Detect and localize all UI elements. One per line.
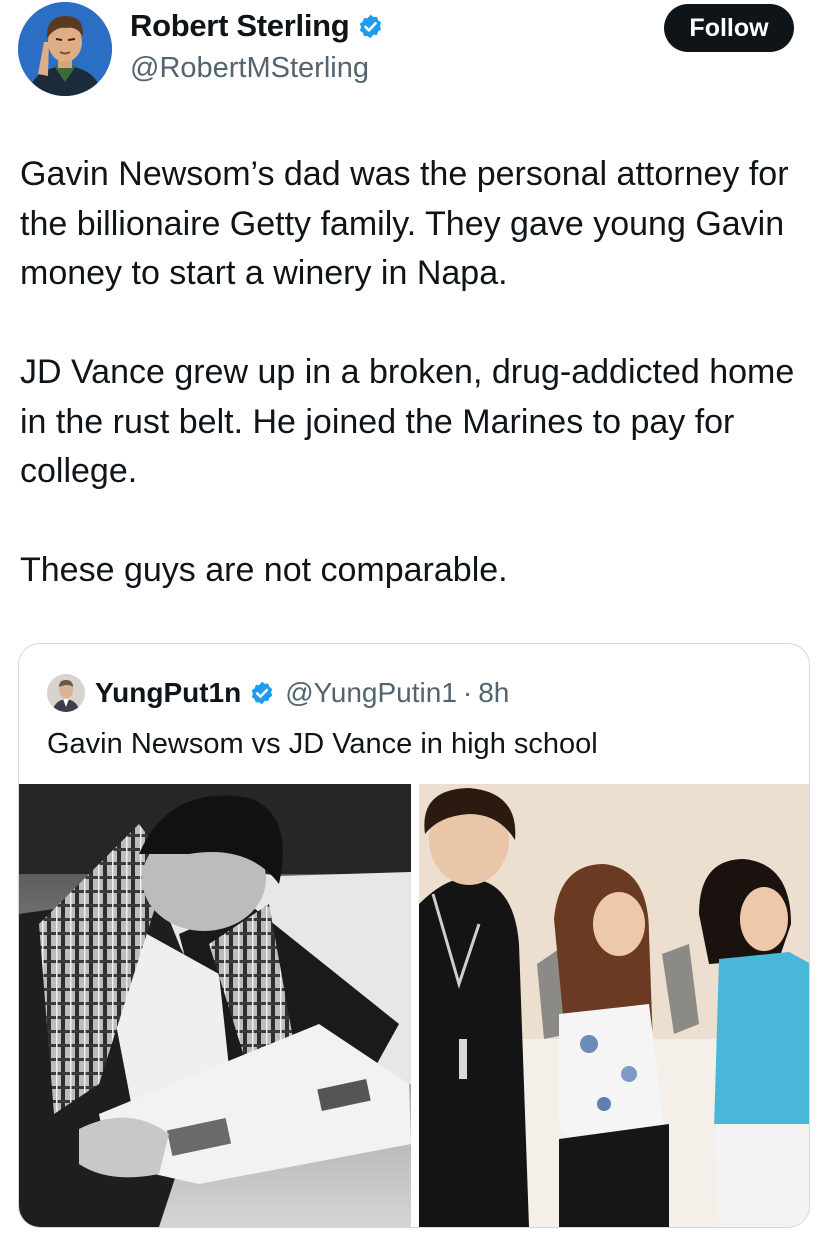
author-name[interactable]: Robert Sterling [130,8,350,44]
quoted-image-vance[interactable] [419,784,809,1227]
quoted-tweet-text: Gavin Newsom vs JD Vance in high school [47,728,598,760]
quoted-author-avatar[interactable] [47,674,85,712]
quoted-tweet-time[interactable]: 8h [478,677,509,709]
quoted-author-name[interactable]: YungPut1n [95,677,241,709]
three-teens-photo [419,784,809,1227]
tweet-paragraph: Gavin Newsom’s dad was the personal atto… [20,155,789,292]
verified-badge-icon [360,14,382,38]
author-avatar[interactable] [18,2,112,96]
newspaper-reader-photo [19,784,411,1227]
quoted-author-handle[interactable]: @YungPutin1 [285,677,457,709]
quoted-tweet-card[interactable]: YungPut1n @YungPutin1 · 8h Gavin Newsom … [18,643,810,1228]
cartoon-avatar-icon [18,2,112,96]
follow-button[interactable]: Follow [664,4,794,52]
author-handle[interactable]: @RobertMSterling [130,52,369,85]
tweet-body: Gavin Newsom’s dad was the personal atto… [20,150,810,645]
verified-badge-icon [252,681,273,705]
dot-separator: · [462,677,473,708]
tweet-paragraph: These guys are not comparable. [20,551,508,589]
quoted-tweet-header: YungPut1n @YungPutin1 · 8h [47,674,509,712]
portrait-avatar-icon [47,674,85,712]
quoted-image-newsom[interactable] [19,784,411,1227]
tweet-paragraph: JD Vance grew up in a broken, drug-addic… [20,353,795,490]
